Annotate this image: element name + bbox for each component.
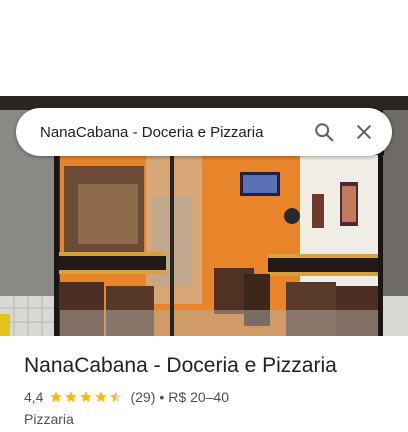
search-bar[interactable]: NanaCabana - Doceria e Pizzaria: [16, 108, 392, 156]
star-icon: [50, 391, 63, 403]
separator-dot: •: [159, 389, 165, 405]
rating-value: 4,4: [24, 389, 44, 405]
star-half-icon: [110, 391, 123, 403]
close-icon: [357, 125, 371, 139]
search-button[interactable]: [304, 112, 344, 152]
place-info: NanaCabana - Doceria e Pizzaria 4,4 (29)…: [24, 352, 394, 428]
place-category: Pizzaria: [24, 411, 74, 427]
search-icon: [315, 123, 334, 142]
map-top-area: [0, 0, 408, 96]
review-count[interactable]: (29): [130, 388, 155, 406]
star-icon: [95, 391, 108, 403]
place-title[interactable]: NanaCabana - Doceria e Pizzaria: [24, 352, 394, 380]
close-button[interactable]: [344, 112, 384, 152]
price-range: R$ 20–40: [168, 389, 229, 405]
place-rating-row: 4,4 (29) • R$ 20–40: [24, 388, 394, 406]
search-input[interactable]: NanaCabana - Doceria e Pizzaria: [40, 124, 304, 141]
star-icon: [80, 391, 93, 403]
rating-stars: [49, 390, 124, 404]
star-icon: [65, 391, 78, 403]
